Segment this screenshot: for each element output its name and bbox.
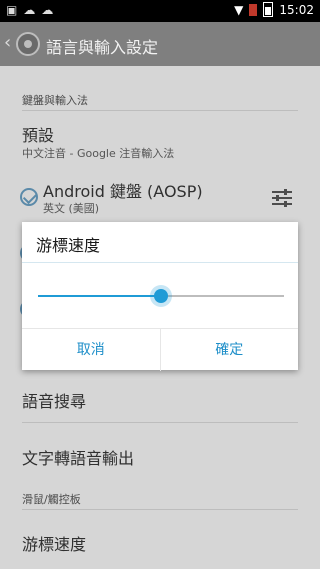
ok-button[interactable]: 確定 [159,329,299,371]
dialog-title-divider [22,262,298,263]
cancel-button[interactable]: 取消 [22,329,160,371]
slider-fill [38,295,161,297]
dialog-buttons: 取消 確定 [22,328,298,371]
dialog-title: 游標速度 [36,236,101,255]
slider-thumb[interactable] [150,285,172,307]
pointer-speed-dialog: 游標速度 取消 確定 [22,222,298,371]
